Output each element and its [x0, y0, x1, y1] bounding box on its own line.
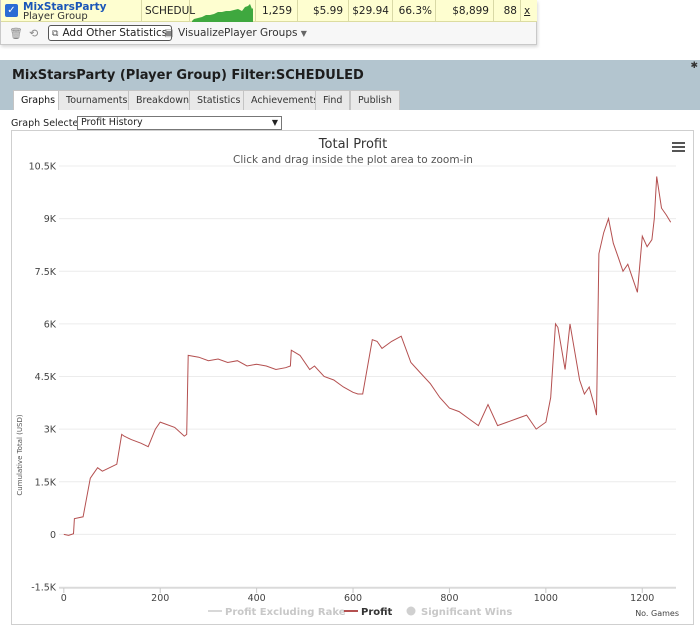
- summary-toolbar: 🗑 ⟲ ⧉ Add Other Statistics ▣ Visualize Pl…: [1, 23, 537, 43]
- games-count: 1,259: [261, 5, 292, 17]
- trash-icon[interactable]: 🗑: [9, 27, 23, 40]
- player-groups-dropdown[interactable]: Player Groups ▼: [224, 27, 307, 39]
- hamburger-menu-icon[interactable]: [672, 142, 685, 152]
- y-axis-label: Cumulative Total (USD): [16, 414, 24, 495]
- y-tick-label: 3K: [44, 425, 57, 436]
- stat-value: 88: [503, 5, 517, 17]
- refresh-icon[interactable]: ⟲: [29, 27, 38, 40]
- copy-icon: ⧉: [52, 29, 59, 39]
- itm-percent: 66.3%: [398, 5, 432, 17]
- visualize-link[interactable]: Visualize: [178, 27, 224, 39]
- y-tick-label: 0: [50, 530, 56, 541]
- sparkline-area: [192, 4, 253, 22]
- row-checkbox[interactable]: ✓: [5, 4, 18, 17]
- add-other-statistics-button[interactable]: ⧉ Add Other Statistics: [48, 25, 173, 41]
- player-cell: ✓ MixStarsParty Player Group: [1, 0, 142, 22]
- tab-achievements[interactable]: Achievements: [243, 90, 327, 110]
- chart-title: Total Profit: [318, 137, 387, 152]
- close-cell: x: [521, 0, 537, 22]
- tab-tournaments[interactable]: Tournaments: [58, 90, 136, 110]
- graph-type-select[interactable]: Profit History ▼: [77, 116, 282, 130]
- player-summary-row[interactable]: ✓ MixStarsParty Player Group SCHEDUL 1,2…: [1, 0, 537, 22]
- x-tick-label: 0: [61, 593, 67, 604]
- profit-chart[interactable]: Total Profit Click and drag inside the p…: [12, 131, 695, 626]
- itm-cell: 66.3%: [393, 0, 436, 22]
- caret-down-icon: ▼: [300, 29, 307, 38]
- tab-graphs[interactable]: Graphs: [13, 90, 64, 110]
- image-icon[interactable]: ▣: [164, 28, 173, 39]
- player-groups-label: Player Groups: [224, 27, 298, 39]
- legend-label: Profit Excluding Rake: [225, 607, 346, 618]
- legend-label: Profit: [361, 607, 393, 618]
- y-tick-label: 10.5K: [29, 162, 57, 173]
- chart-gridlines: [59, 165, 676, 589]
- y-tick-label: -1.5K: [31, 583, 57, 594]
- x-tick-label: 200: [151, 593, 169, 604]
- stat-cell: 88: [494, 0, 521, 22]
- legend-item-significant-wins[interactable]: Significant Wins: [406, 606, 513, 619]
- x-axis-label: No. Games: [635, 609, 679, 618]
- tab-breakdown[interactable]: Breakdown: [128, 90, 198, 110]
- summary-panel: ✓ MixStarsParty Player Group SCHEDUL 1,2…: [0, 0, 537, 45]
- avg-buyin-cell: $5.99: [298, 0, 349, 22]
- panel-title: MixStarsParty (Player Group) Filter:SCHE…: [12, 68, 364, 83]
- x-tick-label: 1200: [630, 593, 654, 604]
- tab-publish[interactable]: Publish: [350, 90, 400, 110]
- player-type: Player Group: [23, 11, 88, 22]
- legend-item-profit[interactable]: Profit: [344, 607, 393, 618]
- y-axis-ticks: -1.5K 0 1.5K 3K 4.5K 6K 7.5K 9K 10.5K: [29, 162, 57, 594]
- graph-type-value: Profit History: [81, 117, 143, 128]
- remove-row-button[interactable]: x: [524, 5, 530, 17]
- x-tick-label: 800: [440, 593, 458, 604]
- x-tick-label: 400: [248, 593, 266, 604]
- avg-buyin: $5.99: [312, 5, 343, 17]
- legend-dot-marker: [406, 606, 416, 616]
- x-tick-label: 1000: [534, 593, 558, 604]
- filter-name: SCHEDUL: [145, 5, 196, 17]
- sparkline-cell: [190, 0, 256, 22]
- y-tick-label: 1.5K: [35, 477, 57, 488]
- profit-sparkline: [192, 4, 253, 22]
- avg-profit-cell: $29.94: [349, 0, 393, 22]
- chart-container[interactable]: Total Profit Click and drag inside the p…: [11, 130, 694, 625]
- x-axis-ticks: 0 200 400 600 800 1000 1200: [61, 588, 654, 604]
- y-tick-label: 4.5K: [35, 372, 57, 383]
- x-tick-label: 600: [344, 593, 362, 604]
- profit-cell: $8,899: [436, 0, 494, 22]
- y-tick-label: 9K: [44, 214, 57, 225]
- avg-profit: $29.94: [352, 5, 389, 17]
- add-other-statistics-label: Add Other Statistics: [62, 27, 168, 39]
- legend-label: Significant Wins: [421, 607, 512, 618]
- filter-cell: SCHEDUL: [142, 0, 195, 22]
- chart-subtitle: Click and drag inside the plot area to z…: [233, 154, 473, 166]
- chart-legend: Profit Excluding Rake Profit Significant…: [208, 606, 513, 619]
- tab-statistics[interactable]: Statistics: [189, 90, 249, 110]
- y-tick-label: 7.5K: [35, 267, 57, 278]
- tab-find[interactable]: Find: [315, 90, 351, 110]
- total-profit: $8,899: [452, 5, 489, 17]
- y-tick-label: 6K: [44, 319, 57, 330]
- games-cell: 1,259: [256, 0, 298, 22]
- pin-icon[interactable]: ✱: [690, 61, 698, 71]
- legend-item-profit-excl-rake[interactable]: Profit Excluding Rake: [208, 607, 346, 618]
- chevron-down-icon: ▼: [271, 118, 278, 127]
